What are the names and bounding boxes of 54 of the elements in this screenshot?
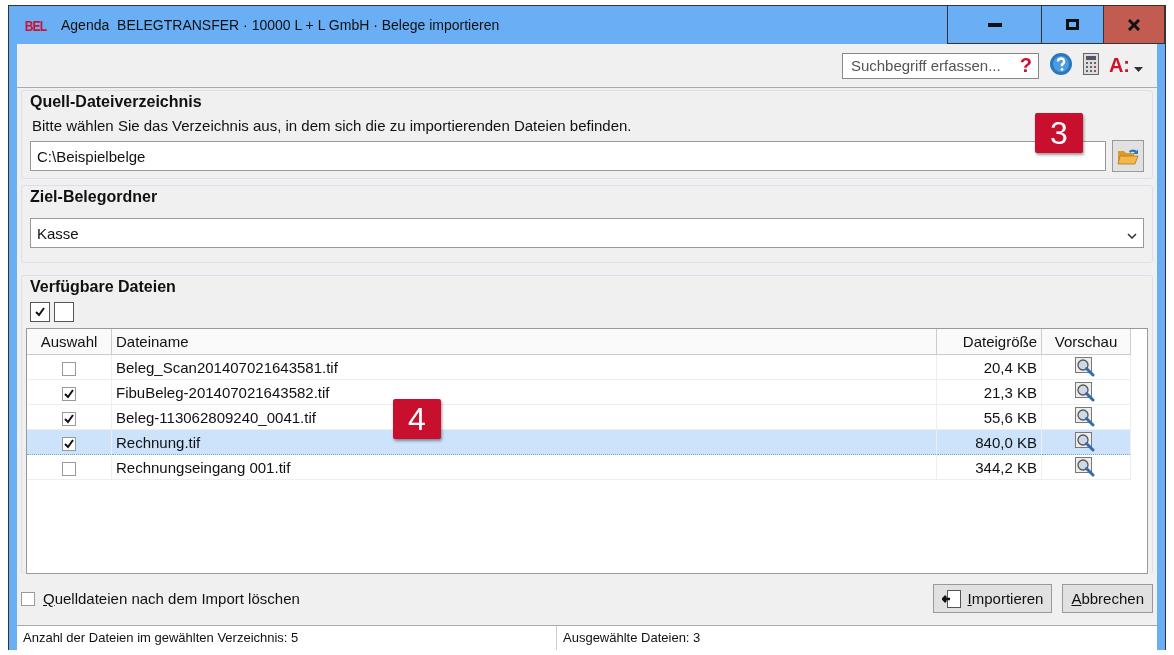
- caret-icon: [1134, 67, 1143, 72]
- import-icon: [941, 589, 962, 608]
- checkbox[interactable]: [62, 411, 76, 426]
- file-name-cell: Rechnungseingang 001.tif: [111, 454, 937, 480]
- preview-icon[interactable]: [1075, 357, 1097, 377]
- check-icon: [33, 305, 47, 319]
- checkbox[interactable]: [62, 361, 76, 376]
- minimize-icon: [987, 22, 1002, 27]
- select-all-button[interactable]: [30, 302, 50, 322]
- checkbox[interactable]: [62, 436, 76, 451]
- file-size-cell: 840,0 KB: [936, 429, 1042, 455]
- file-size-cell: 344,2 KB: [936, 454, 1042, 480]
- file-size-cell: 55,6 KB: [936, 404, 1042, 430]
- status-text: Anzahl der Dateien im gewählten Verzeichnis: 5: [17, 626, 557, 650]
- search-field[interactable]: Suchbegriff erfassen... ?: [841, 52, 1039, 79]
- app-logo: BEL: [24, 16, 47, 34]
- file-name-cell: Rechnung.tif: [111, 429, 937, 455]
- checkbox[interactable]: [62, 386, 76, 401]
- section-heading: Verfügbare Dateien: [30, 277, 177, 297]
- file-size-cell: 20,4 KB: [936, 354, 1042, 380]
- maximize-icon: [1066, 19, 1079, 30]
- checkbox[interactable]: [62, 461, 76, 476]
- help-mark: ?: [1019, 54, 1032, 77]
- calculator-icon[interactable]: [1082, 53, 1099, 75]
- status-text: Ausgewählte Dateien: 3: [562, 629, 702, 647]
- close-button[interactable]: [1103, 6, 1165, 44]
- file-name-cell: Beleg_Scan201407021643581.tif: [111, 354, 937, 380]
- preview-icon[interactable]: [1075, 432, 1097, 452]
- deselect-all-button[interactable]: [54, 302, 74, 322]
- file-size-cell: 21,3 KB: [936, 379, 1042, 405]
- browse-button[interactable]: [1112, 140, 1144, 172]
- chevron-icon: [1127, 232, 1137, 239]
- import-button[interactable]: Importieren: [932, 584, 1053, 613]
- cancel-button[interactable]: Abbrechen: [1062, 584, 1153, 613]
- section-heading: Ziel-Belegordner: [30, 187, 159, 207]
- column-header[interactable]: Dateigröße: [936, 329, 1042, 355]
- delete-option-label[interactable]: Quelldateien nach dem Import löschen: [43, 590, 300, 607]
- column-header[interactable]: Vorschau: [1041, 329, 1131, 355]
- preview-icon[interactable]: [1075, 382, 1097, 402]
- section-heading: Quell-Dateiverzeichnis: [30, 92, 203, 112]
- help-icon[interactable]: [1048, 52, 1073, 76]
- preview-icon[interactable]: [1075, 457, 1097, 477]
- checkbox[interactable]: [21, 591, 35, 606]
- column-header[interactable]: Dateiname: [111, 329, 937, 355]
- folder-dropdown[interactable]: Kasse: [30, 218, 1144, 248]
- window-title: Agenda BELEGTRANSFER · 10000 L + L GmbH · Belege importieren: [61, 17, 501, 33]
- folder-icon: [1117, 146, 1139, 166]
- preview-icon[interactable]: [1075, 407, 1097, 427]
- callout-badge: 3: [1035, 113, 1083, 153]
- user-menu-button[interactable]: A:: [1108, 54, 1143, 77]
- instruction-text: Bitte wählen Sie das Verzeichnis aus, in dem sich die zu importierenden Dateien befinden.: [32, 117, 632, 134]
- column-header[interactable]: Auswahl: [27, 329, 112, 355]
- callout-badge: 4: [393, 399, 441, 439]
- close-icon: [1128, 18, 1140, 31]
